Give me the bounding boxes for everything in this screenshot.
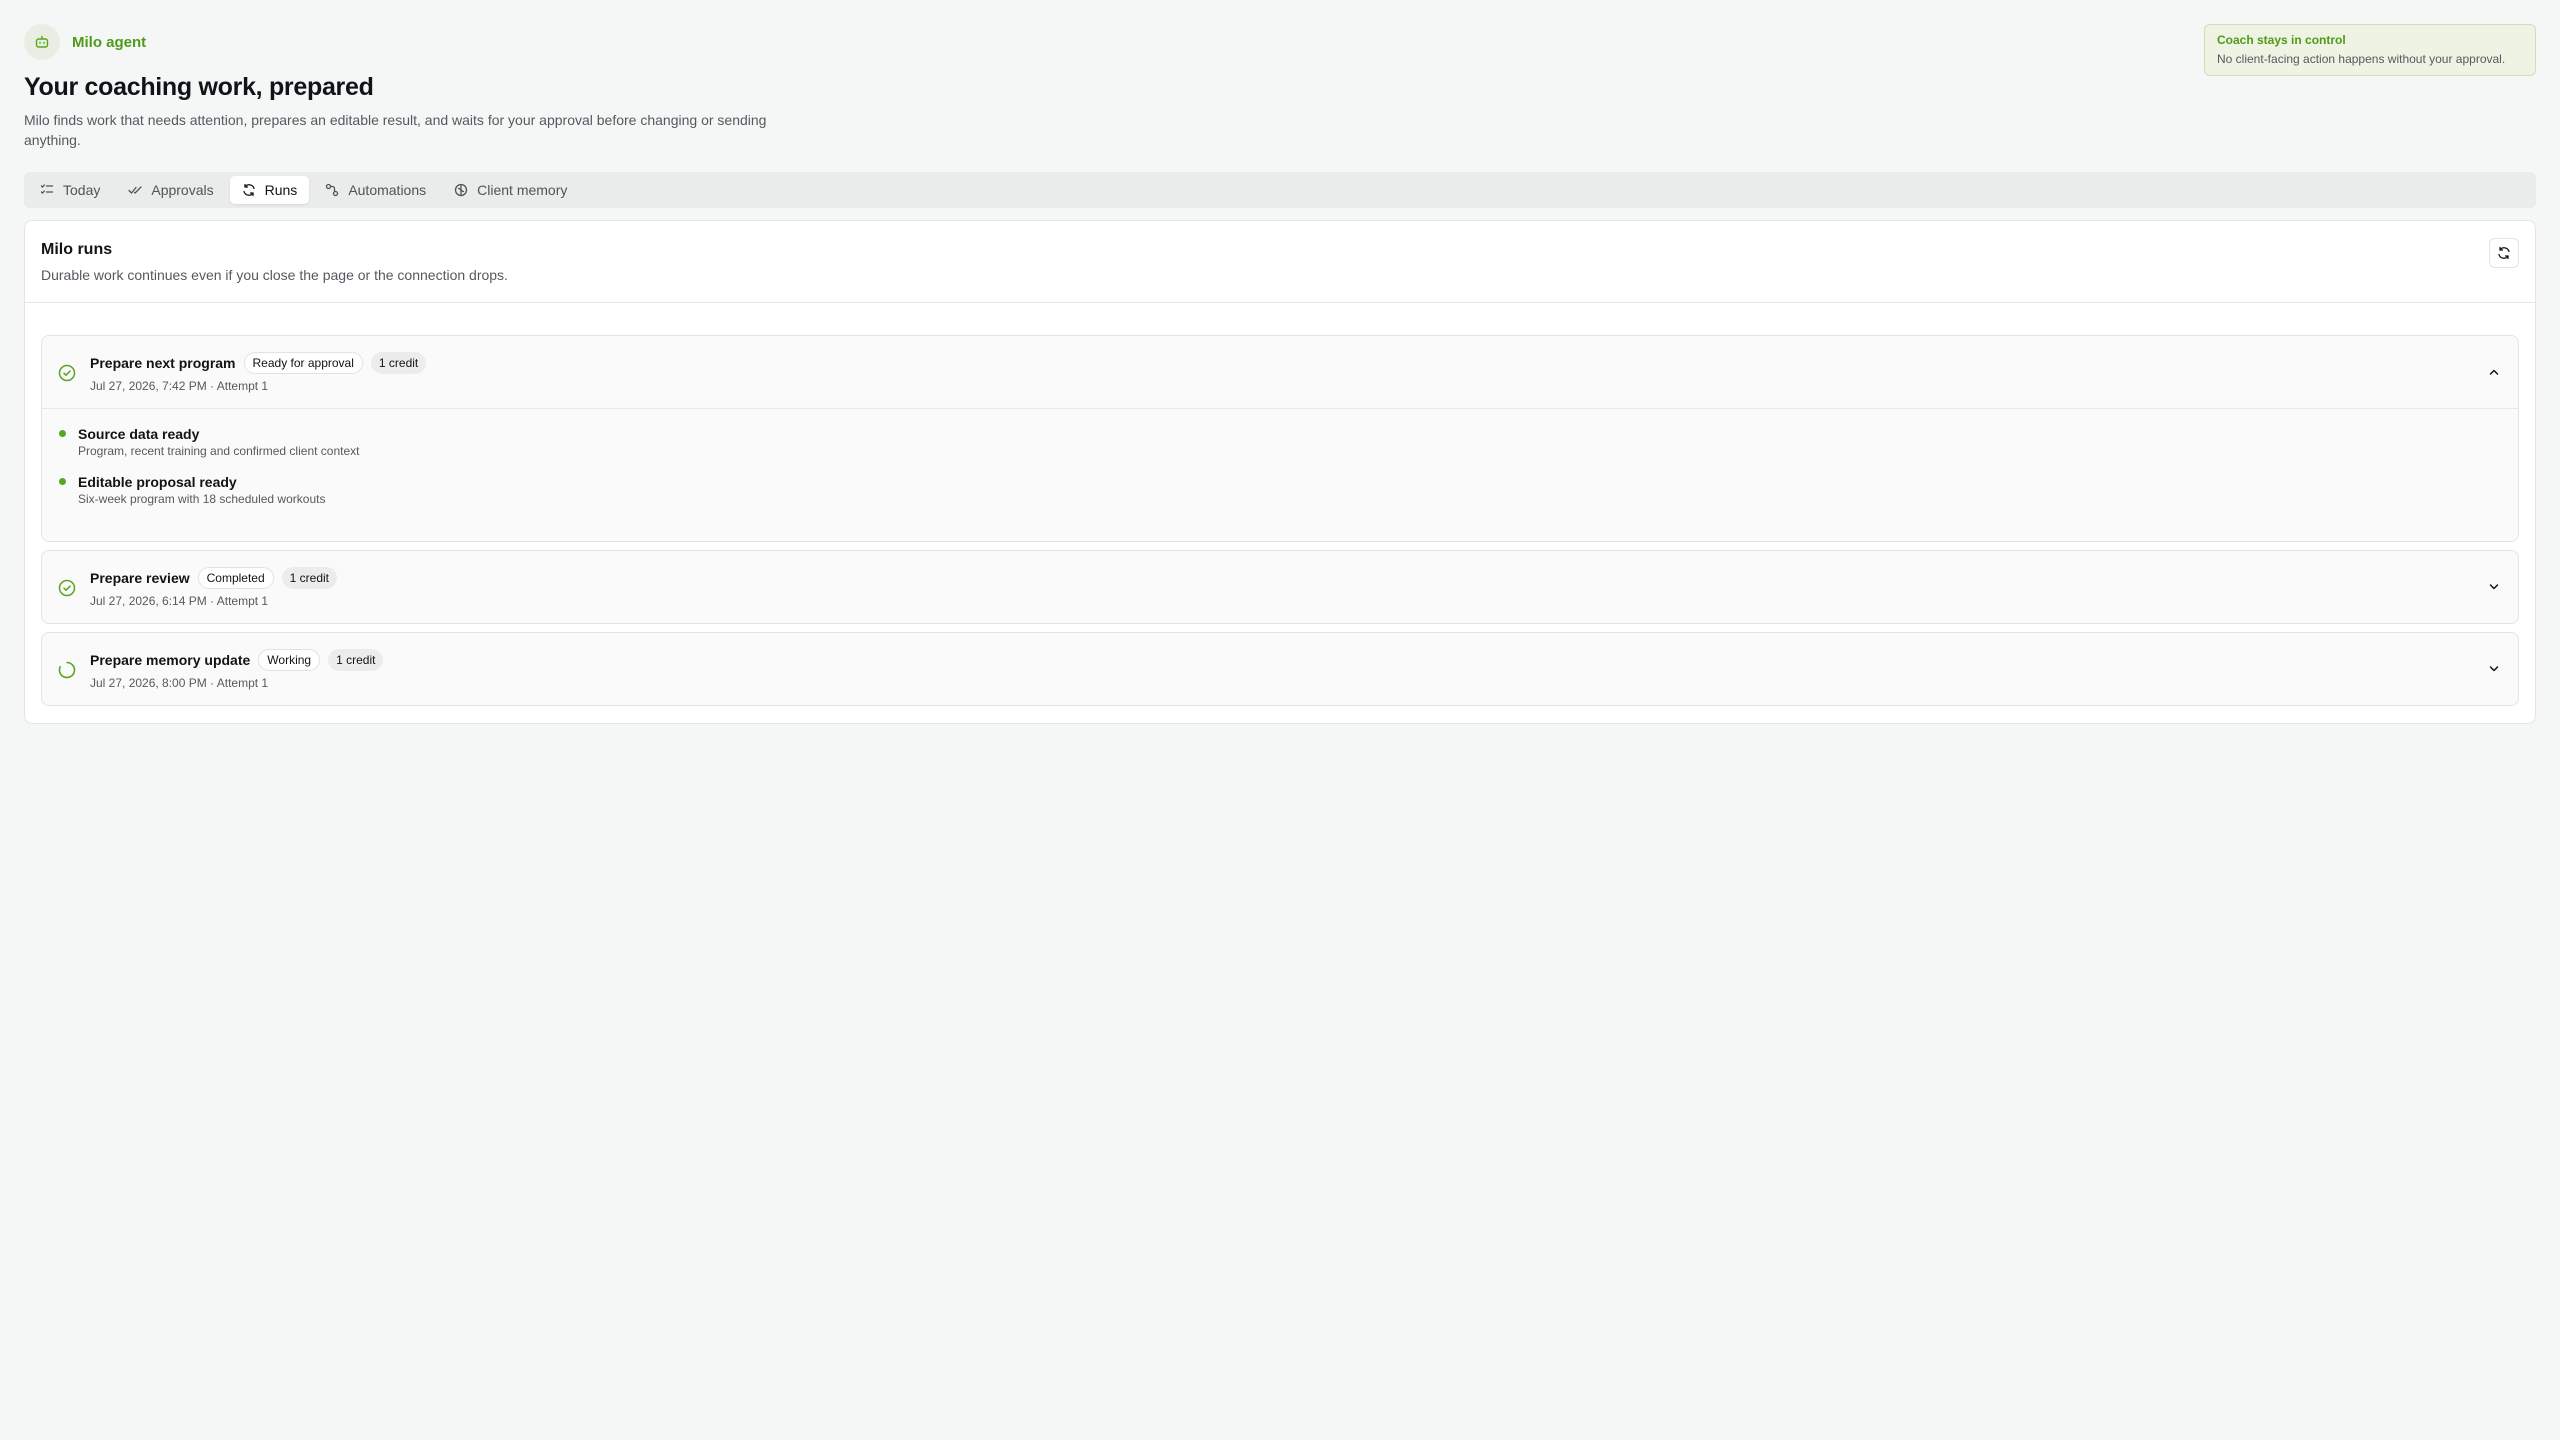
tab-automations[interactable]: Automations xyxy=(313,176,438,204)
refresh-icon xyxy=(242,183,255,197)
page-title: Your coaching work, prepared xyxy=(24,73,374,101)
refresh-button[interactable] xyxy=(2489,238,2519,268)
double-check-icon xyxy=(128,186,143,194)
chevron-down-icon[interactable] xyxy=(2486,579,2502,595)
agent-label: Milo agent xyxy=(72,33,147,51)
chevron-down-icon[interactable] xyxy=(2486,661,2502,677)
tab-approvals[interactable]: Approvals xyxy=(116,176,225,204)
notice-text: No client-facing action happens without … xyxy=(2217,52,2506,66)
tab-runs[interactable]: Runs xyxy=(229,176,310,204)
run-card: Prepare next program Ready for approval … xyxy=(41,335,2519,542)
check-circle-icon xyxy=(58,579,76,597)
run-card: Prepare memory update Working 1 credit J… xyxy=(41,632,2519,706)
run-name: Prepare review xyxy=(90,570,190,586)
page: Milo agent Your coaching work, prepared … xyxy=(0,0,2560,1440)
agent-header: Milo agent xyxy=(24,24,2536,60)
panel-title: Milo runs xyxy=(41,241,113,258)
refresh-icon xyxy=(2498,246,2510,260)
step-title: Editable proposal ready xyxy=(78,474,237,490)
run-header[interactable]: Prepare next program Ready for approval … xyxy=(42,336,2518,408)
tab-label: Automations xyxy=(348,182,427,198)
panel-header: Milo runs Durable work continues even if… xyxy=(25,221,2535,303)
runs-panel: Milo runs Durable work continues even if… xyxy=(24,220,2536,724)
run-steps: Source data ready Program, recent traini… xyxy=(42,408,2518,541)
tab-label: Runs xyxy=(264,182,298,198)
status-badge: Completed xyxy=(197,567,274,589)
run-header[interactable]: Prepare review Completed 1 credit Jul 27… xyxy=(42,551,2518,623)
control-notice: Coach stays in control No client-facing … xyxy=(2204,24,2536,76)
run-card: Prepare review Completed 1 credit Jul 27… xyxy=(41,550,2519,624)
step-item: Editable proposal ready Six-week program… xyxy=(59,473,2502,507)
step-item: Source data ready Program, recent traini… xyxy=(59,425,2502,459)
tab-client-memory[interactable]: Client memory xyxy=(442,176,579,204)
page-subtitle: Milo finds work that needs attention, pr… xyxy=(24,112,767,148)
credit-badge: 1 credit xyxy=(370,352,427,374)
notice-title: Coach stays in control xyxy=(2217,33,2346,47)
workflow-icon xyxy=(326,183,339,197)
step-status-dot xyxy=(59,430,66,437)
brain-icon xyxy=(454,183,468,197)
status-badge: Working xyxy=(258,649,321,671)
tab-label: Today xyxy=(63,182,101,198)
check-circle-icon xyxy=(58,364,76,382)
tab-today[interactable]: Today xyxy=(28,176,112,204)
tab-label: Client memory xyxy=(477,182,568,198)
tab-label: Approvals xyxy=(151,182,214,198)
spinner-icon xyxy=(58,661,76,679)
step-description: Six-week program with 18 scheduled worko… xyxy=(78,492,326,506)
tab-bar: Today Approvals Runs Automations Client … xyxy=(24,172,2536,208)
robot-icon xyxy=(24,24,60,60)
credit-badge: 1 credit xyxy=(281,567,338,589)
run-name: Prepare next program xyxy=(90,355,236,371)
run-header[interactable]: Prepare memory update Working 1 credit J… xyxy=(42,633,2518,705)
step-description: Program, recent training and confirmed c… xyxy=(78,444,360,458)
run-meta: Jul 27, 2026, 7:42 PM · Attempt 1 xyxy=(90,379,269,393)
credit-badge: 1 credit xyxy=(328,649,384,671)
runs-list: Prepare next program Ready for approval … xyxy=(25,303,2535,730)
run-meta: Jul 27, 2026, 6:14 PM · Attempt 1 xyxy=(90,594,269,608)
chevron-up-icon[interactable] xyxy=(2486,364,2502,380)
step-title: Source data ready xyxy=(78,426,200,442)
run-meta: Jul 27, 2026, 8:00 PM · Attempt 1 xyxy=(90,676,269,690)
panel-subtitle: Durable work continues even if you close… xyxy=(41,267,508,283)
step-status-dot xyxy=(59,478,66,485)
run-name: Prepare memory update xyxy=(90,652,251,668)
status-badge: Ready for approval xyxy=(243,352,363,374)
checklist-icon xyxy=(40,184,54,194)
